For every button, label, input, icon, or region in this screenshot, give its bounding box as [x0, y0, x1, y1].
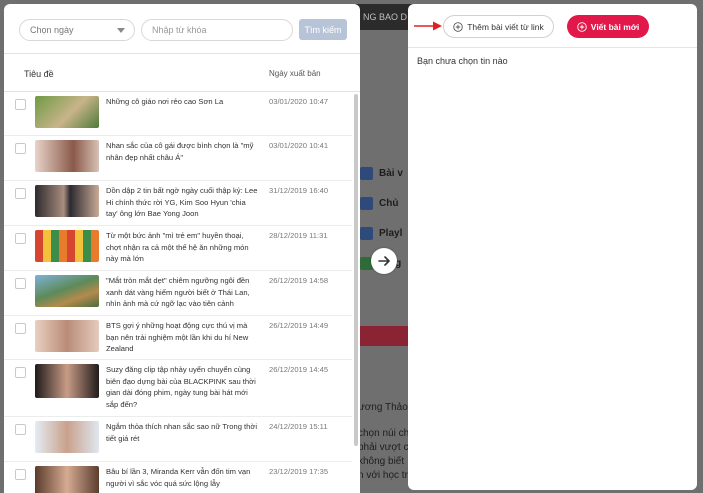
background-menu-label: Chủ [379, 197, 399, 209]
background-text: phải vượt c [358, 442, 409, 453]
article-thumbnail [35, 230, 99, 262]
background-text: không biết [358, 456, 405, 467]
article-thumbnail [35, 140, 99, 172]
table-row[interactable]: Ngắm thỏa thích nhan sắc sao nữ Trong th… [4, 417, 352, 462]
column-title-header: Tiêu đề [24, 69, 54, 79]
playlist-icon [360, 226, 373, 240]
article-title: "Mắt tròn mắt dẹt" chiêm ngưỡng ngôi đền… [106, 276, 250, 308]
background-text: chọn núi cho [358, 428, 415, 439]
article-title: Bâu bí lần 3, Miranda Kerr vẫn đốn tim v… [106, 467, 251, 488]
article-title: Ngắm thỏa thích nhan sắc sao nữ Trong th… [106, 422, 258, 443]
keyword-input[interactable] [141, 19, 293, 41]
article-date: 31/12/2019 16:40 [269, 186, 329, 195]
row-checkbox[interactable] [15, 469, 26, 480]
article-list: Những cô giáo nơi rẻo cao Sơn La 03/01/2… [4, 92, 352, 493]
article-title: Nhan sắc của cô gái được bình chọn là "m… [106, 141, 254, 162]
article-title: Từ một bức ảnh "mì trẻ em" huyền thoại, … [106, 231, 249, 263]
background-menu-item: Bài v [360, 158, 408, 188]
posts-icon [360, 166, 373, 180]
date-select-label: Chọn ngày [30, 25, 74, 35]
background-menu-label: Bài v [379, 167, 403, 179]
article-date: 26/12/2019 14:49 [269, 321, 329, 330]
empty-selection-message: Bạn chưa chọn tin nào [417, 56, 508, 66]
filter-bar: Chọn ngày Tìm kiếm [4, 4, 360, 54]
row-checkbox[interactable] [15, 278, 26, 289]
article-title: Suzy đăng clip tập nhảy uyển chuyển cùng… [106, 365, 256, 409]
red-arrow-annotation-icon [414, 21, 442, 31]
article-date: 03/01/2020 10:47 [269, 97, 329, 106]
article-date: 03/01/2020 10:41 [269, 141, 329, 150]
background-menu-label: Playl [379, 227, 403, 239]
row-checkbox[interactable] [15, 323, 26, 334]
article-title: Dồn dập 2 tin bất ngờ ngày cuối thập kỷ:… [106, 186, 258, 218]
table-row[interactable]: Nhan sắc của cô gái được bình chọn là "m… [4, 136, 352, 181]
right-toolbar: Thêm bài viết từ link Viết bài mới [408, 4, 697, 48]
topics-icon [360, 196, 373, 210]
table-row[interactable]: Bâu bí lần 3, Miranda Kerr vẫn đốn tim v… [4, 462, 352, 493]
background-text: ương Thảo [358, 402, 408, 413]
article-thumbnail [35, 364, 99, 398]
table-row[interactable]: BTS gợi ý những hoạt động cực thú vị mà … [4, 316, 352, 360]
article-date: 26/12/2019 14:58 [269, 276, 329, 285]
article-thumbnail [35, 320, 99, 352]
article-picker-panel: Chọn ngày Tìm kiếm Tiêu đề Ngày xuất bản… [4, 4, 360, 493]
plus-circle-icon [453, 21, 463, 32]
table-row[interactable]: "Mắt tròn mắt dẹt" chiêm ngưỡng ngôi đền… [4, 271, 352, 316]
add-from-link-button[interactable]: Thêm bài viết từ link [443, 15, 554, 38]
caret-down-icon [117, 28, 125, 33]
background-topbar-text: NG BAO D [363, 12, 408, 22]
table-header: Tiêu đề Ngày xuất bản [4, 54, 360, 92]
article-date: 23/12/2019 17:35 [269, 467, 329, 476]
new-post-label: Viết bài mới [590, 21, 640, 32]
row-checkbox[interactable] [15, 188, 26, 199]
article-date: 24/12/2019 15:11 [269, 422, 328, 431]
list-scrollbar[interactable] [354, 94, 358, 446]
row-checkbox[interactable] [15, 367, 26, 378]
date-select[interactable]: Chọn ngày [19, 19, 135, 41]
article-date: 28/12/2019 11:31 [269, 231, 328, 240]
article-date: 26/12/2019 14:45 [269, 365, 329, 374]
table-row[interactable]: Dồn dập 2 tin bất ngờ ngày cuối thập kỷ:… [4, 181, 352, 226]
article-thumbnail [35, 421, 99, 453]
article-thumbnail [35, 96, 99, 128]
add-from-link-label: Thêm bài viết từ link [467, 21, 544, 32]
row-checkbox[interactable] [15, 424, 26, 435]
article-thumbnail [35, 466, 99, 493]
table-row[interactable]: Từ một bức ảnh "mì trẻ em" huyền thoại, … [4, 226, 352, 271]
background-red-bar [356, 326, 408, 346]
plus-circle-icon [577, 21, 587, 32]
article-thumbnail [35, 185, 99, 217]
background-text: n với học tr [358, 470, 408, 481]
move-right-button[interactable] [371, 248, 397, 274]
selected-articles-panel: Thêm bài viết từ link Viết bài mới Bạn c… [408, 4, 697, 490]
table-row[interactable]: Suzy đăng clip tập nhảy uyển chuyển cùng… [4, 360, 352, 417]
background-menu-item: Chủ [360, 188, 408, 218]
row-checkbox[interactable] [15, 99, 26, 110]
article-thumbnail [35, 275, 99, 307]
background-topbar: NG BAO D [355, 4, 415, 30]
row-checkbox[interactable] [15, 233, 26, 244]
background-menu-item: Playl [360, 218, 408, 248]
table-row[interactable]: Những cô giáo nơi rẻo cao Sơn La 03/01/2… [4, 92, 352, 136]
new-post-button[interactable]: Viết bài mới [567, 15, 649, 38]
article-title: BTS gợi ý những hoạt động cực thú vị mà … [106, 321, 249, 353]
column-date-header: Ngày xuất bản [269, 69, 321, 78]
row-checkbox[interactable] [15, 143, 26, 154]
article-title: Những cô giáo nơi rẻo cao Sơn La [106, 97, 224, 106]
arrow-right-icon [378, 256, 390, 266]
search-button[interactable]: Tìm kiếm [299, 19, 347, 40]
